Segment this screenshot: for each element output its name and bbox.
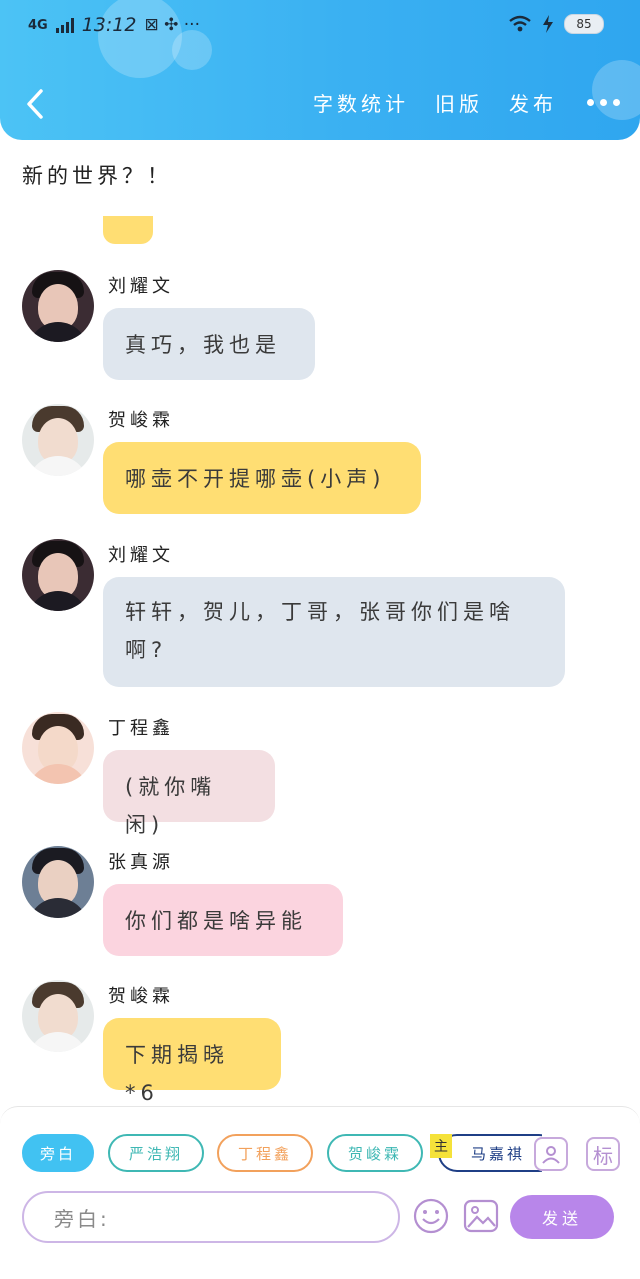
avatar[interactable] [22,712,94,784]
chapter-title: 新的世界？！ [22,164,172,188]
old-version-button[interactable]: 旧版 [435,88,483,117]
chat-message: 贺峻霖 下期揭晓*6 [22,980,622,1105]
emoji-icon[interactable] [412,1197,450,1235]
role-chip[interactable]: 丁程鑫 [217,1134,313,1172]
role-chip[interactable]: 严浩翔 [108,1134,204,1172]
sender-name: 贺峻霖 [108,986,174,1007]
chevron-left-icon [27,89,43,119]
message-input[interactable]: 旁白: [22,1191,400,1243]
role-chip[interactable]: 贺峻霖 [327,1134,423,1172]
network-label: 4G [28,17,48,33]
role-chip-label: 马嘉祺 [470,1144,525,1163]
composer-panel: 旁白 严浩翔 丁程鑫 贺峻霖 马嘉祺 主 标 旁白: 发送 [0,1106,640,1279]
status-bar: 4G 13:12 ⊠ ✣ ··· 85 [0,14,640,44]
word-count-button[interactable]: 字数统计 [313,88,409,117]
role-chip-list: 旁白 严浩翔 丁程鑫 贺峻霖 马嘉祺 主 [22,1134,542,1176]
header-actions: 字数统计 旧版 发布 [313,88,620,117]
avatar[interactable] [22,980,94,1052]
main-role-badge: 主 [430,1134,452,1158]
sender-name: 贺峻霖 [108,410,174,431]
message-input-placeholder: 旁白: [54,1206,110,1231]
sender-name: 刘耀文 [108,276,174,297]
chat-message: 贺峻霖 哪壶不开提哪壶(小声) [22,404,622,514]
role-chip-narrator[interactable]: 旁白 [22,1134,94,1172]
send-button[interactable]: 发送 [510,1195,614,1239]
image-icon[interactable] [462,1197,500,1235]
clock: 13:12 [81,14,137,36]
message-bubble[interactable]: 你们都是啥异能 [103,884,343,956]
sender-name: 刘耀文 [108,545,174,566]
partial-message-bubble [103,216,153,244]
publish-button[interactable]: 发布 [509,88,557,117]
sender-name: 丁程鑫 [108,718,174,739]
message-bubble[interactable]: (就你嘴闲) [103,750,275,837]
message-bubble[interactable]: 轩轩，贺儿，丁哥，张哥你们是啥啊? [103,577,565,687]
avatar[interactable] [22,404,94,476]
wifi-icon [509,15,531,32]
avatar[interactable] [22,846,94,918]
sender-name: 张真源 [108,852,174,873]
more-dots-icon[interactable] [587,99,620,106]
role-chip-main[interactable]: 马嘉祺 [438,1134,542,1172]
chat-message: 丁程鑫 (就你嘴闲) [22,712,622,837]
status-extra-icons: ⊠ ✣ ··· [144,15,200,35]
battery-indicator: 85 [564,14,604,34]
avatar[interactable] [22,270,94,342]
message-bubble[interactable]: 真巧，我也是 [103,308,315,380]
message-bubble[interactable]: 哪壶不开提哪壶(小声) [103,442,421,514]
avatar[interactable] [22,539,94,611]
chat-message: 张真源 你们都是啥异能 [22,846,622,956]
tag-button[interactable]: 标 [586,1137,620,1171]
person-card-icon[interactable] [534,1137,568,1171]
app-header: 4G 13:12 ⊠ ✣ ··· 85 字数统计 旧版 发布 [0,0,640,140]
chat-message: 刘耀文 真巧，我也是 [22,270,622,380]
chat-message: 刘耀文 轩轩，贺儿，丁哥，张哥你们是啥啊? [22,539,622,689]
message-bubble[interactable]: 下期揭晓*6 [103,1018,281,1105]
back-button[interactable] [18,84,52,124]
signal-icon [55,17,74,33]
charging-icon [543,15,553,33]
